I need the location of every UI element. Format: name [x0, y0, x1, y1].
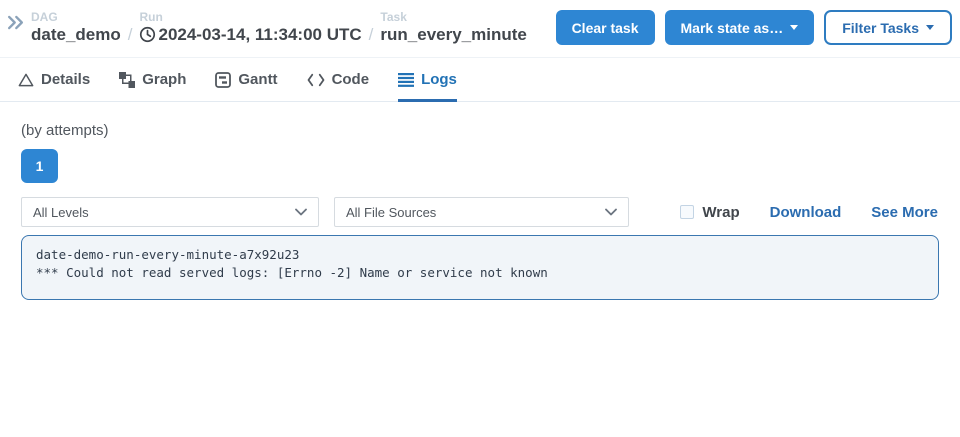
tab-graph[interactable]: Graph	[119, 71, 186, 102]
breadcrumb-separator: /	[121, 24, 140, 46]
log-output-box: date-demo-run-every-minute-a7x92u23 *** …	[21, 235, 939, 300]
task-value[interactable]: run_every_minute	[380, 24, 526, 46]
tab-label: Gantt	[238, 71, 277, 88]
gantt-chart-icon	[215, 72, 231, 88]
task-label: Task	[380, 10, 526, 24]
attempt-1-button[interactable]: 1	[21, 149, 58, 183]
log-line: date-demo-run-every-minute-a7x92u23	[36, 246, 924, 264]
tab-logs[interactable]: Logs	[398, 71, 457, 102]
chevron-down-icon	[295, 208, 307, 216]
tab-details[interactable]: Details	[18, 71, 90, 102]
run-label: Run	[139, 10, 361, 24]
run-timestamp: 2024-03-14, 11:34:00 UTC	[158, 24, 361, 46]
clock-icon	[139, 26, 156, 43]
breadcrumb: DAG date_demo / Run 2024-03-14, 11:34:00…	[6, 10, 527, 46]
breadcrumb-separator: /	[362, 24, 381, 46]
log-lines-icon	[398, 73, 414, 87]
file-source-value: All File Sources	[346, 205, 436, 220]
see-more-link[interactable]: See More	[871, 204, 938, 221]
tab-code[interactable]: Code	[307, 71, 370, 102]
dag-label: DAG	[31, 10, 121, 24]
task-action-buttons: Clear task Mark state as… Filter Tasks	[556, 10, 952, 45]
log-filter-row: All Levels All File Sources Wrap Downloa…	[21, 197, 939, 227]
chevron-down-icon	[605, 208, 617, 216]
log-actions: Wrap Download See More	[680, 204, 939, 221]
wrap-toggle[interactable]: Wrap	[680, 204, 739, 221]
wrap-label: Wrap	[702, 204, 739, 221]
run-value[interactable]: 2024-03-14, 11:34:00 UTC	[139, 24, 361, 46]
by-attempts-label: (by attempts)	[21, 122, 939, 139]
filter-tasks-button[interactable]: Filter Tasks	[824, 10, 952, 45]
breadcrumb-dag: DAG date_demo	[31, 10, 121, 46]
breadcrumb-run: Run 2024-03-14, 11:34:00 UTC	[139, 10, 361, 46]
tab-gantt[interactable]: Gantt	[215, 71, 277, 102]
download-link[interactable]: Download	[770, 204, 842, 221]
clear-task-button[interactable]: Clear task	[556, 10, 655, 45]
warning-triangle-icon	[18, 72, 34, 88]
tab-label: Graph	[142, 71, 186, 88]
node-graph-icon	[119, 72, 135, 88]
log-level-select[interactable]: All Levels	[21, 197, 319, 227]
caret-down-icon	[790, 25, 798, 30]
tab-label: Code	[332, 71, 370, 88]
caret-down-icon	[926, 25, 934, 30]
view-tabs: Details Graph Gantt	[0, 58, 960, 102]
clear-task-label: Clear task	[572, 20, 639, 36]
log-level-value: All Levels	[33, 205, 89, 220]
logs-panel: (by attempts) 1 All Levels All File Sour…	[0, 122, 960, 300]
attempt-number: 1	[36, 158, 44, 174]
filter-tasks-label: Filter Tasks	[842, 20, 919, 36]
breadcrumb-task: Task run_every_minute	[380, 10, 526, 46]
wrap-checkbox[interactable]	[680, 205, 694, 219]
task-instance-header: DAG date_demo / Run 2024-03-14, 11:34:00…	[0, 0, 960, 58]
expand-sidebar-icon[interactable]	[6, 13, 25, 32]
file-source-select[interactable]: All File Sources	[334, 197, 629, 227]
mark-state-as-label: Mark state as…	[681, 20, 784, 36]
dag-value[interactable]: date_demo	[31, 24, 121, 46]
log-line: *** Could not read served logs: [Errno -…	[36, 264, 924, 282]
tab-label: Details	[41, 71, 90, 88]
code-brackets-icon	[307, 73, 325, 87]
tab-label: Logs	[421, 71, 457, 88]
mark-state-as-button[interactable]: Mark state as…	[665, 10, 815, 45]
